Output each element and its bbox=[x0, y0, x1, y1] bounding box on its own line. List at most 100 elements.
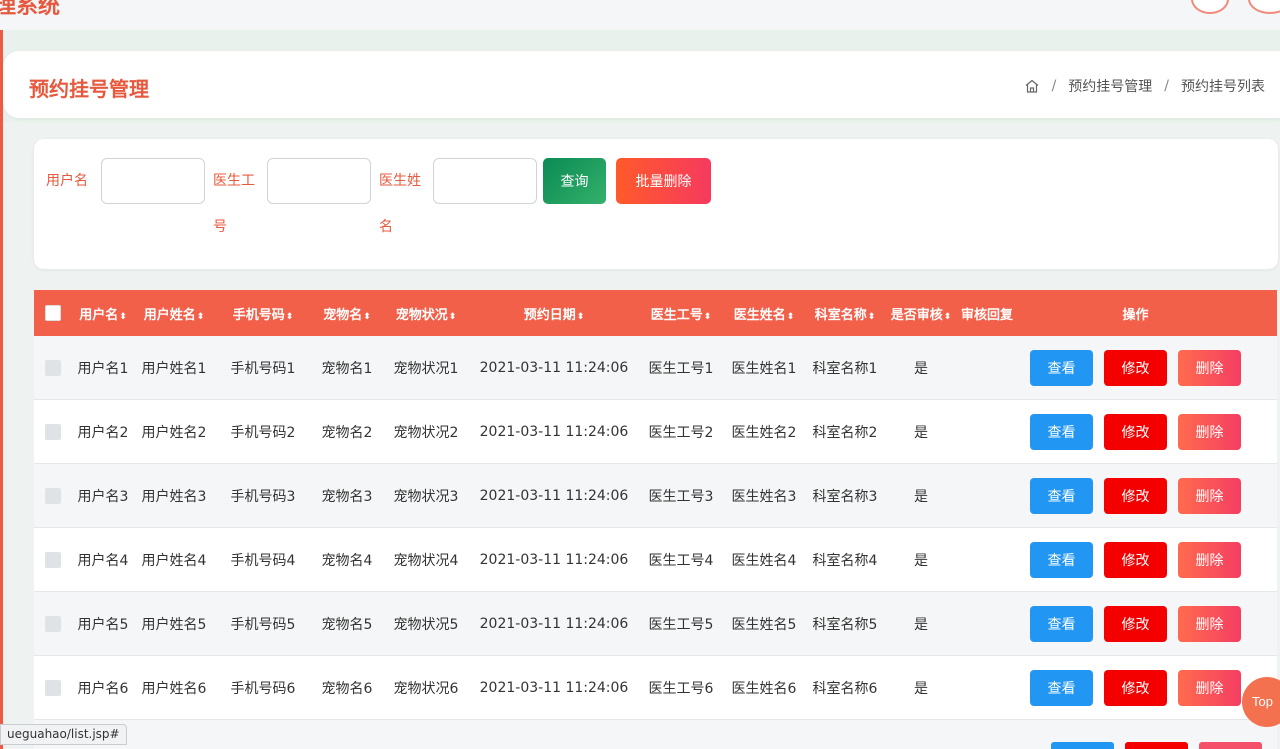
row-actions: 查看 修改 删除 bbox=[1018, 605, 1253, 642]
column-header-date[interactable]: 预约日期⬍ bbox=[470, 304, 638, 323]
cell-fullname: 用户姓名2 bbox=[141, 424, 207, 441]
doctor-no-input[interactable] bbox=[267, 158, 371, 204]
breadcrumb-item-management[interactable]: 预约挂号管理 bbox=[1068, 76, 1152, 96]
cell-doctor-name: 医生姓名5 bbox=[731, 616, 797, 633]
row-actions: 查看 修改 删除 bbox=[1018, 669, 1253, 706]
cell-doctor-name: 医生姓名2 bbox=[731, 424, 797, 441]
cell-pet-status: 宠物状况6 bbox=[393, 680, 459, 697]
cell-pet: 宠物名2 bbox=[321, 424, 373, 441]
edit-button[interactable]: 修改 bbox=[1104, 477, 1167, 514]
row-checkbox[interactable] bbox=[45, 551, 61, 568]
cell-pet-status: 宠物状况4 bbox=[393, 552, 459, 569]
row-select-cell bbox=[34, 487, 72, 504]
view-button[interactable]: 查看 bbox=[1030, 477, 1093, 514]
sort-icon[interactable]: ⬍ bbox=[944, 312, 952, 322]
cell-date: 2021-03-11 11:24:06 bbox=[479, 487, 629, 504]
cell-doctor-no: 医生工号3 bbox=[648, 488, 714, 505]
username-input[interactable] bbox=[101, 158, 205, 204]
cell-phone: 手机号码4 bbox=[230, 552, 296, 569]
sort-icon[interactable]: ⬍ bbox=[286, 312, 294, 322]
row-checkbox[interactable] bbox=[45, 487, 61, 504]
system-title: 理系统 bbox=[0, 0, 61, 19]
sort-icon[interactable]: ⬍ bbox=[704, 312, 712, 322]
doctor-name-input[interactable] bbox=[433, 158, 537, 204]
status-bar-url: ueguahao/list.jsp# bbox=[0, 724, 127, 745]
cell-phone: 手机号码6 bbox=[230, 680, 296, 697]
view-button[interactable]: 查看 bbox=[1030, 413, 1093, 450]
cell-doctor-no: 医生工号2 bbox=[648, 424, 714, 441]
cell-pet: 宠物名5 bbox=[321, 616, 373, 633]
column-header-phone[interactable]: 手机号码⬍ bbox=[214, 304, 312, 323]
row-checkbox[interactable] bbox=[45, 359, 61, 376]
select-all-cell bbox=[34, 305, 72, 321]
cell-doctor-name: 医生姓名3 bbox=[731, 488, 797, 505]
logout-icon[interactable] bbox=[1248, 0, 1280, 14]
column-header-actions: 操作 bbox=[1122, 307, 1149, 323]
edit-button[interactable]: 修改 bbox=[1104, 605, 1167, 642]
column-header-audit[interactable]: 是否审核⬍ bbox=[886, 304, 956, 323]
cell-doctor-no: 医生工号1 bbox=[648, 360, 714, 377]
cell-pet-status: 宠物状况2 bbox=[393, 424, 459, 441]
cell-date: 2021-03-11 11:24:06 bbox=[479, 551, 629, 568]
view-button[interactable]: 查看 bbox=[1030, 605, 1093, 642]
view-button[interactable]: 查看 bbox=[1030, 541, 1093, 578]
delete-button[interactable]: 删除 bbox=[1178, 605, 1241, 642]
sort-icon[interactable]: ⬍ bbox=[363, 312, 371, 322]
row-checkbox[interactable] bbox=[45, 615, 61, 632]
table-row: 用户名1 用户姓名1 手机号码1 宠物名1 宠物状况1 2021-03-11 11:24:… bbox=[34, 336, 1277, 400]
cell-dept: 科室名称3 bbox=[812, 488, 878, 505]
sort-icon[interactable]: ⬍ bbox=[577, 312, 585, 322]
cell-pet-status: 宠物状况1 bbox=[393, 360, 459, 377]
top-bar: 理系统 bbox=[0, 0, 1280, 30]
cell-dept: 科室名称1 bbox=[812, 360, 878, 377]
delete-button[interactable]: 删除 bbox=[1178, 541, 1241, 578]
column-header-doctor-name[interactable]: 医生姓名⬍ bbox=[724, 304, 804, 323]
column-header-dept[interactable]: 科室名称⬍ bbox=[804, 304, 886, 323]
cell-pet-status: 宠物状况3 bbox=[393, 488, 459, 505]
column-header-fullname[interactable]: 用户姓名⬍ bbox=[134, 304, 214, 323]
cell-date: 2021-03-11 11:24:06 bbox=[479, 615, 629, 632]
sort-icon[interactable]: ⬍ bbox=[449, 312, 457, 322]
view-button[interactable]: 查看 bbox=[1030, 669, 1093, 706]
select-all-checkbox[interactable] bbox=[45, 305, 61, 321]
query-button[interactable]: 查询 bbox=[543, 158, 606, 204]
cell-doctor-no: 医生工号6 bbox=[648, 680, 714, 697]
column-header-doctor-no[interactable]: 医生工号⬍ bbox=[638, 304, 724, 323]
sort-icon[interactable]: ⬍ bbox=[868, 312, 876, 322]
delete-button[interactable]: 删除 bbox=[1178, 413, 1241, 450]
column-header-reply: 审核回复 bbox=[960, 307, 1013, 323]
sort-icon[interactable]: ⬍ bbox=[119, 312, 127, 322]
cell-username: 用户名6 bbox=[77, 680, 129, 697]
user-icon[interactable] bbox=[1191, 0, 1229, 14]
cell-phone: 手机号码3 bbox=[230, 488, 296, 505]
cell-date: 2021-03-11 11:24:06 bbox=[479, 423, 629, 440]
home-icon[interactable] bbox=[1024, 78, 1040, 94]
delete-button[interactable]: 删除 bbox=[1178, 349, 1241, 386]
row-select-cell bbox=[34, 551, 72, 568]
breadcrumb-item-list: 预约挂号列表 bbox=[1181, 79, 1265, 95]
view-button[interactable]: 查看 bbox=[1030, 349, 1093, 386]
sort-icon[interactable]: ⬍ bbox=[787, 312, 795, 322]
delete-button[interactable]: 删除 bbox=[1178, 477, 1241, 514]
batch-delete-button[interactable]: 批量删除 bbox=[616, 158, 711, 204]
sort-icon[interactable]: ⬍ bbox=[197, 312, 205, 322]
edit-button[interactable]: 修改 bbox=[1104, 349, 1167, 386]
breadcrumb-separator: / bbox=[1164, 78, 1169, 94]
row-checkbox[interactable] bbox=[45, 423, 61, 440]
edit-button[interactable]: 修改 bbox=[1104, 413, 1167, 450]
delete-button[interactable]: 删除 bbox=[1178, 669, 1241, 706]
cell-doctor-name: 医生姓名4 bbox=[731, 552, 797, 569]
breadcrumb-separator: / bbox=[1051, 78, 1057, 94]
column-header-pet-status[interactable]: 宠物状况⬍ bbox=[382, 304, 470, 323]
column-header-username[interactable]: 用户名⬍ bbox=[72, 304, 134, 323]
row-actions: 查看 修改 删除 bbox=[1018, 477, 1253, 514]
row-checkbox[interactable] bbox=[45, 679, 61, 696]
edit-button[interactable]: 修改 bbox=[1104, 541, 1167, 578]
row-actions: 查看 修改 删除 bbox=[1018, 413, 1253, 450]
edit-button[interactable]: 修改 bbox=[1104, 669, 1167, 706]
column-header-pet[interactable]: 宠物名⬍ bbox=[312, 304, 382, 323]
username-label: 用户名 bbox=[46, 173, 88, 189]
table-row: 用户名5 用户姓名5 手机号码5 宠物名5 宠物状况5 2021-03-11 11:24:… bbox=[34, 592, 1277, 656]
cell-doctor-name: 医生姓名1 bbox=[731, 360, 797, 377]
cell-audit: 是 bbox=[914, 680, 928, 697]
